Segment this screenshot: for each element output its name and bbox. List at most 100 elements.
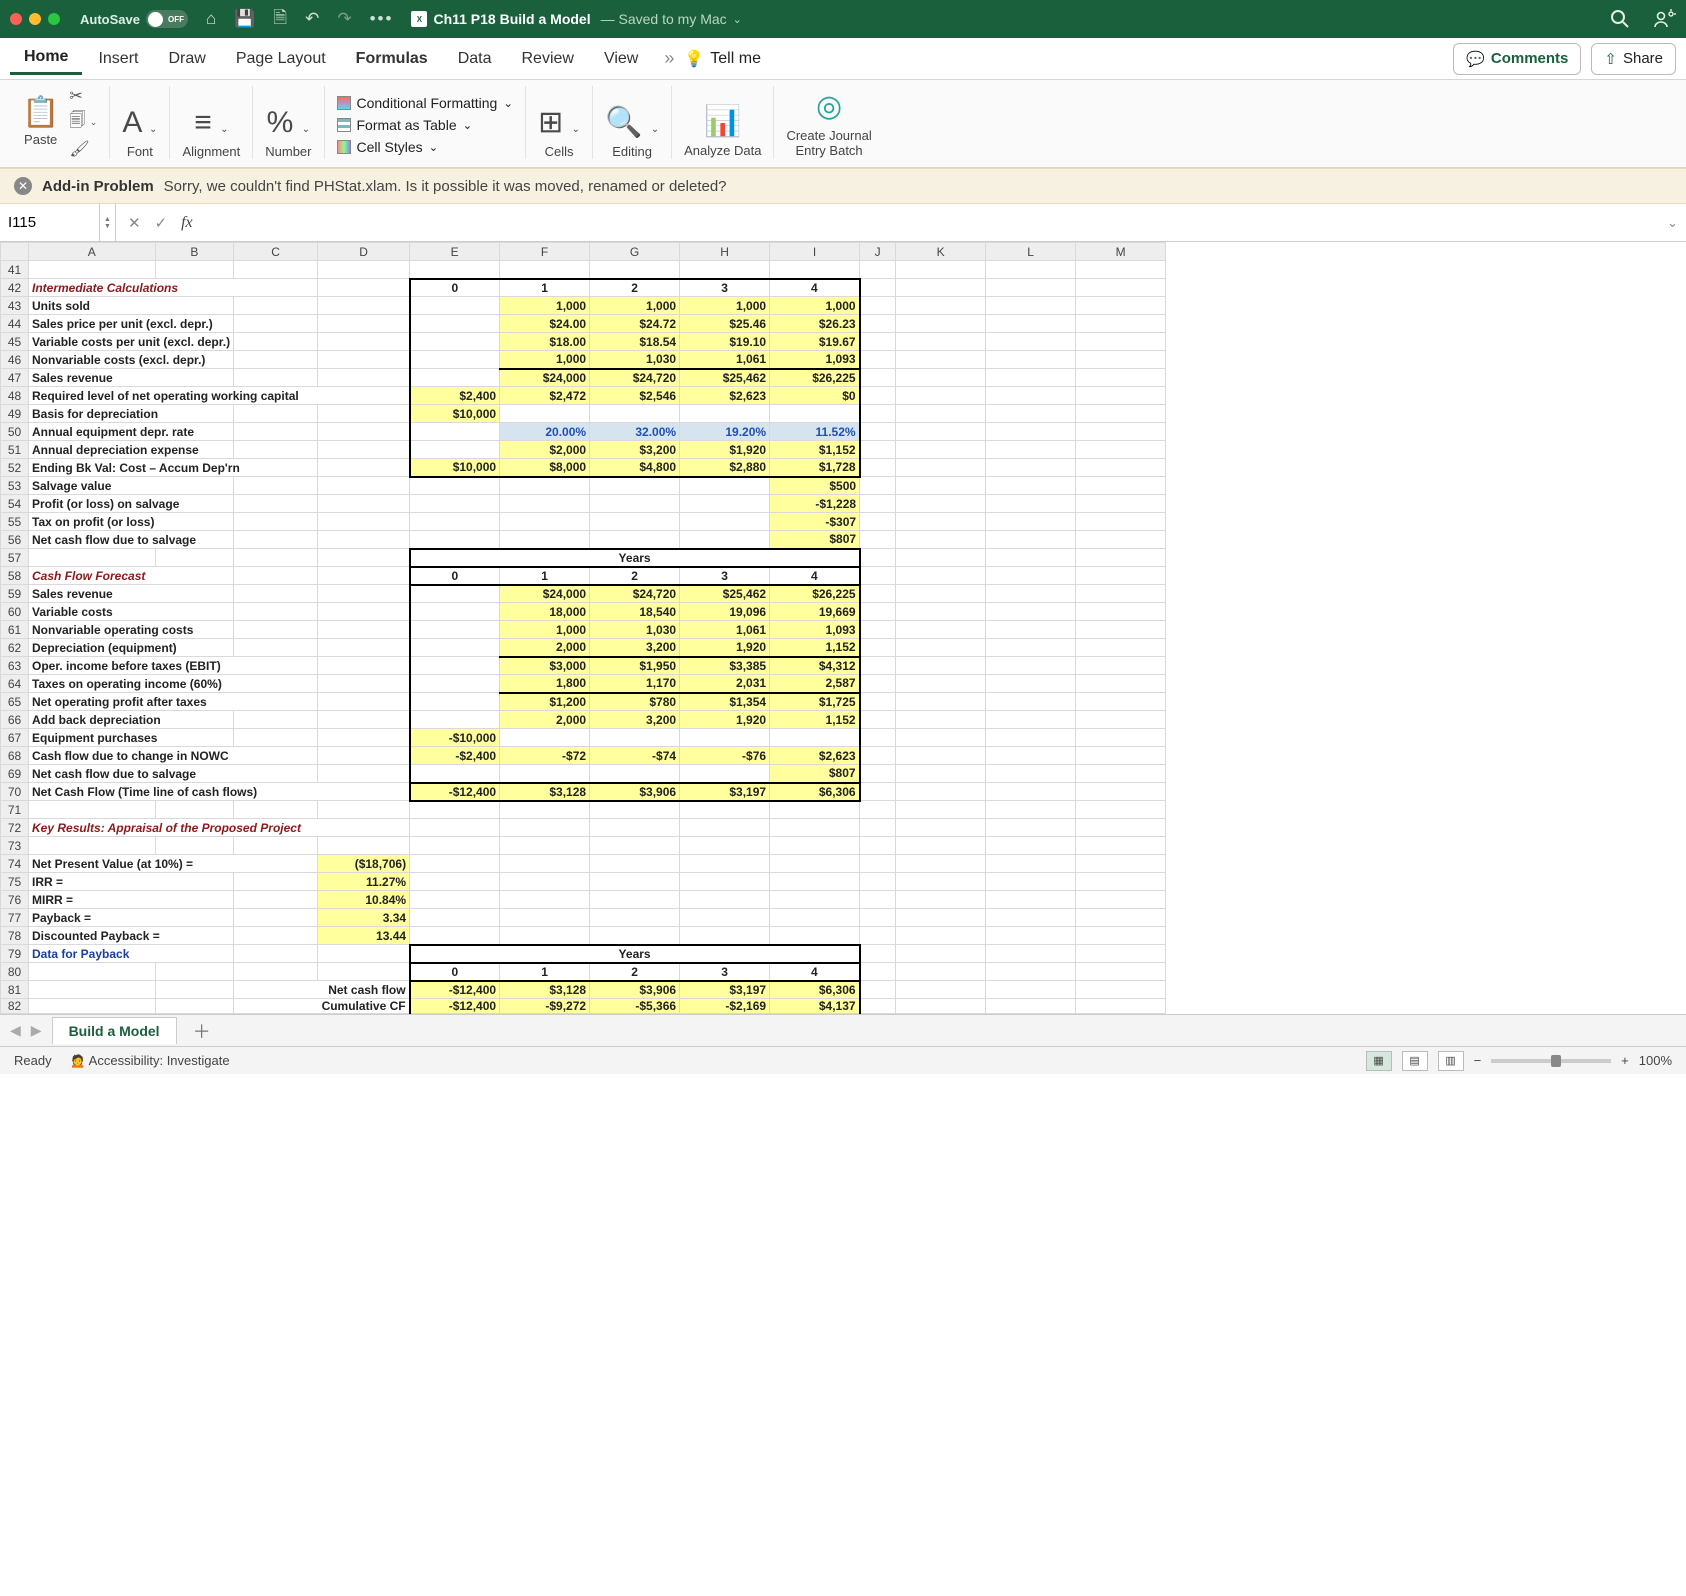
cell-K81[interactable]	[896, 981, 986, 999]
cell-F42[interactable]: 1	[500, 279, 590, 297]
autosave-toggle[interactable]: OFF	[146, 10, 188, 28]
cell-I77[interactable]	[770, 909, 860, 927]
cell-I61[interactable]: 1,093	[770, 621, 860, 639]
cell-E44[interactable]	[410, 315, 500, 333]
cell-I63[interactable]: $4,312	[770, 657, 860, 675]
row-header-43[interactable]: 43	[1, 297, 29, 315]
cell-D65[interactable]	[318, 693, 410, 711]
cell-I65[interactable]: $1,725	[770, 693, 860, 711]
cell-G82[interactable]: -$5,366	[590, 999, 680, 1014]
cell-G42[interactable]: 2	[590, 279, 680, 297]
cell-H56[interactable]	[680, 531, 770, 549]
cell-I64[interactable]: 2,587	[770, 675, 860, 693]
cell-D78[interactable]: 13.44	[318, 927, 410, 945]
cell-M61[interactable]	[1076, 621, 1166, 639]
cell-E57[interactable]: Years	[410, 549, 860, 567]
cell-J42[interactable]	[860, 279, 896, 297]
cell-A69[interactable]: Net cash flow due to salvage	[29, 765, 318, 783]
cell-J41[interactable]	[860, 261, 896, 279]
cell-E66[interactable]	[410, 711, 500, 729]
cell-A64[interactable]: Taxes on operating income (60%)	[29, 675, 318, 693]
row-header-76[interactable]: 76	[1, 891, 29, 909]
cell-C66[interactable]	[234, 711, 318, 729]
cell-K50[interactable]	[896, 423, 986, 441]
cell-D55[interactable]	[318, 513, 410, 531]
cell-D59[interactable]	[318, 585, 410, 603]
cell-F80[interactable]: 1	[500, 963, 590, 981]
cell-I71[interactable]	[770, 801, 860, 819]
cell-J64[interactable]	[860, 675, 896, 693]
cell-F59[interactable]: $24,000	[500, 585, 590, 603]
cell-J52[interactable]	[860, 459, 896, 477]
cell-D43[interactable]	[318, 297, 410, 315]
cancel-formula-icon[interactable]: ✕	[128, 214, 141, 232]
cell-E49[interactable]: $10,000	[410, 405, 500, 423]
cell-K49[interactable]	[896, 405, 986, 423]
view-page-break-button[interactable]: ▥	[1438, 1051, 1464, 1071]
cell-K57[interactable]	[896, 549, 986, 567]
cell-K64[interactable]	[896, 675, 986, 693]
cell-E75[interactable]	[410, 873, 500, 891]
cell-H41[interactable]	[680, 261, 770, 279]
cell-J82[interactable]	[860, 999, 896, 1014]
accessibility-status[interactable]: 🙍 Accessibility: Investigate	[70, 1053, 230, 1069]
cell-C60[interactable]	[234, 603, 318, 621]
cell-G47[interactable]: $24,720	[590, 369, 680, 387]
cell-E70[interactable]: -$12,400	[410, 783, 500, 801]
cell-D56[interactable]	[318, 531, 410, 549]
cell-K65[interactable]	[896, 693, 986, 711]
zoom-out-button[interactable]: −	[1474, 1053, 1482, 1068]
cell-C54[interactable]	[234, 495, 318, 513]
cell-K80[interactable]	[896, 963, 986, 981]
undo-icon[interactable]: ↶	[305, 9, 319, 29]
cell-A66[interactable]: Add back depreciation	[29, 711, 234, 729]
copy-icon[interactable]: 🗐 ⌄	[69, 109, 97, 136]
row-header-70[interactable]: 70	[1, 783, 29, 801]
cell-L56[interactable]	[986, 531, 1076, 549]
cell-M75[interactable]	[1076, 873, 1166, 891]
cell-H45[interactable]: $19.10	[680, 333, 770, 351]
cell-A67[interactable]: Equipment purchases	[29, 729, 234, 747]
cell-H55[interactable]	[680, 513, 770, 531]
cell-H49[interactable]	[680, 405, 770, 423]
column-header-C[interactable]: C	[234, 243, 318, 261]
cell-D64[interactable]	[318, 675, 410, 693]
cell-C62[interactable]	[234, 639, 318, 657]
cell-A81[interactable]	[29, 981, 156, 999]
cell-H81[interactable]: $3,197	[680, 981, 770, 999]
cell-C71[interactable]	[234, 801, 318, 819]
cell-J47[interactable]	[860, 369, 896, 387]
column-header-I[interactable]: I	[770, 243, 860, 261]
cell-G44[interactable]: $24.72	[590, 315, 680, 333]
cell-F70[interactable]: $3,128	[500, 783, 590, 801]
cell-K66[interactable]	[896, 711, 986, 729]
row-header-82[interactable]: 82	[1, 999, 29, 1014]
cell-L72[interactable]	[986, 819, 1076, 837]
cell-F67[interactable]	[500, 729, 590, 747]
cell-L62[interactable]	[986, 639, 1076, 657]
cell-J75[interactable]	[860, 873, 896, 891]
cell-J79[interactable]	[860, 945, 896, 963]
cell-A73[interactable]	[29, 837, 156, 855]
cell-J50[interactable]	[860, 423, 896, 441]
cell-I44[interactable]: $26.23	[770, 315, 860, 333]
column-header-L[interactable]: L	[986, 243, 1076, 261]
cell-E50[interactable]	[410, 423, 500, 441]
cell-J53[interactable]	[860, 477, 896, 495]
cell-L55[interactable]	[986, 513, 1076, 531]
alignment-icon[interactable]: ≡ ⌄	[194, 108, 228, 138]
cell-D58[interactable]	[318, 567, 410, 585]
cell-E59[interactable]	[410, 585, 500, 603]
cell-F63[interactable]: $3,000	[500, 657, 590, 675]
cell-E76[interactable]	[410, 891, 500, 909]
cell-E46[interactable]	[410, 351, 500, 369]
cell-F47[interactable]: $24,000	[500, 369, 590, 387]
cell-H63[interactable]: $3,385	[680, 657, 770, 675]
cell-C81[interactable]: Net cash flow	[234, 981, 410, 999]
cell-L50[interactable]	[986, 423, 1076, 441]
cell-G75[interactable]	[590, 873, 680, 891]
search-icon[interactable]	[1610, 9, 1630, 29]
cell-I42[interactable]: 4	[770, 279, 860, 297]
cell-I51[interactable]: $1,152	[770, 441, 860, 459]
cell-K53[interactable]	[896, 477, 986, 495]
